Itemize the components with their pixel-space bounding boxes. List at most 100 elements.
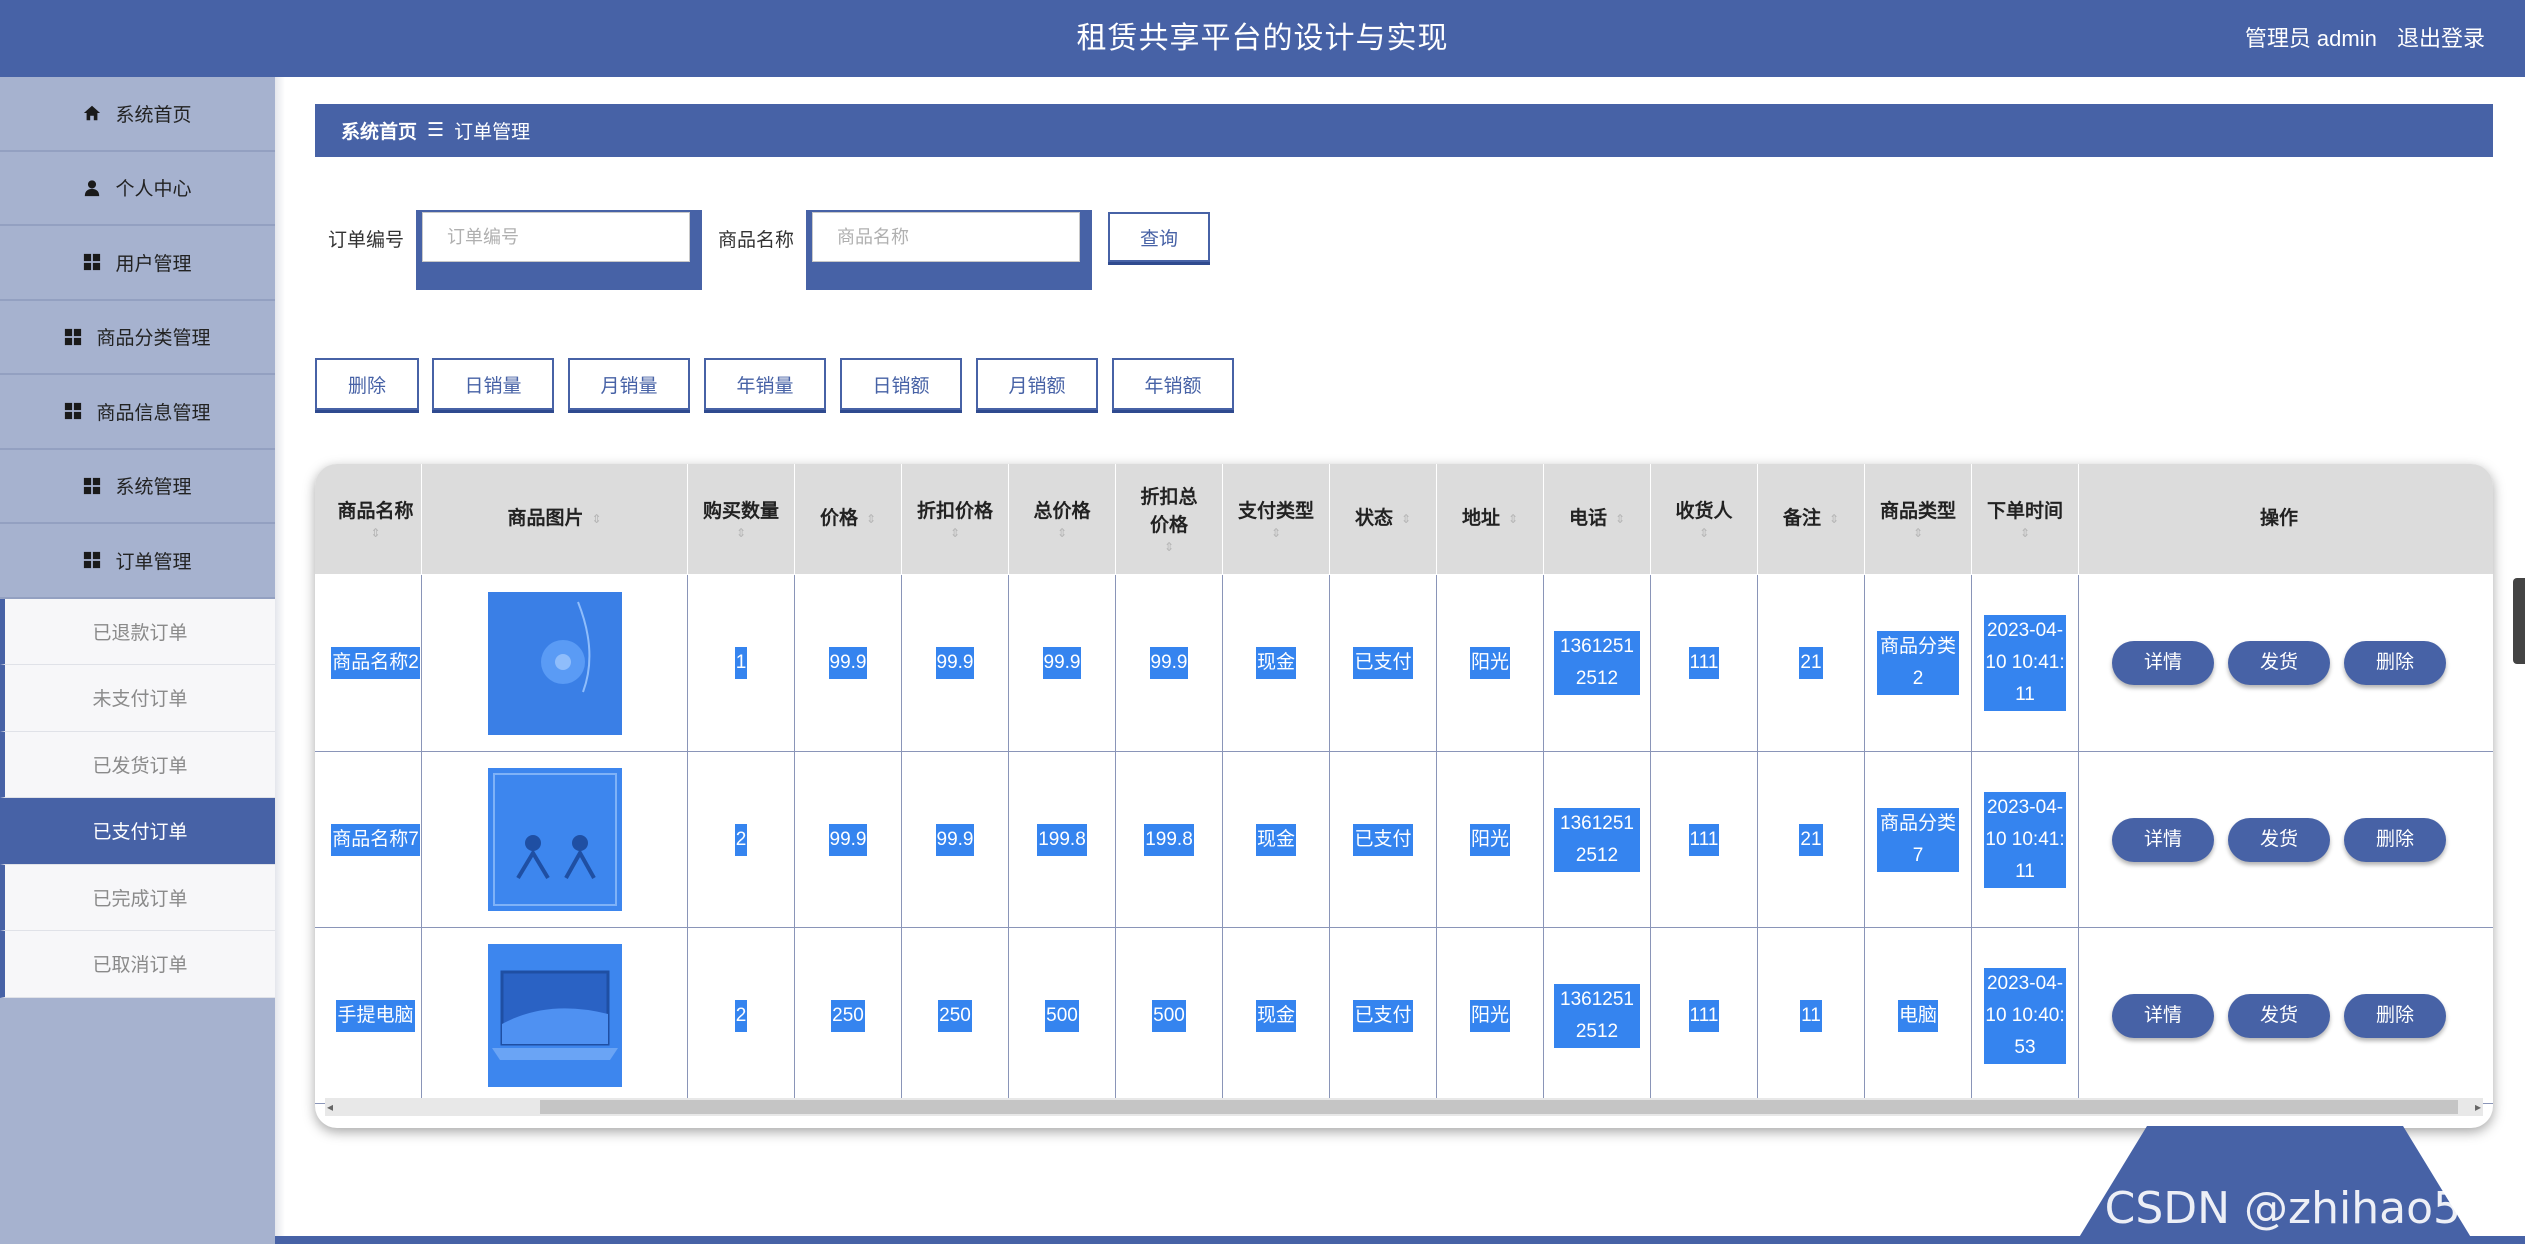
monthly-sales-amount-button[interactable]: 月销额 — [976, 358, 1098, 410]
scrollbar-thumb[interactable] — [540, 1100, 2458, 1114]
submenu-completed[interactable]: 已完成订单 — [0, 864, 275, 931]
col-header-phone[interactable]: 电话 ⇕ — [1544, 464, 1651, 574]
col-header-image[interactable]: 商品图片 ⇕ — [422, 464, 688, 574]
col-header-qty[interactable]: 购买数量 ⇕ — [688, 464, 795, 574]
sidebar-item-category[interactable]: 商品分类管理 — [0, 301, 275, 375]
col-header-order-time[interactable]: 下单时间 ⇕ — [1972, 464, 2079, 574]
sort-icon[interactable]: ⇕ — [1508, 512, 1518, 526]
goods-image[interactable] — [487, 768, 622, 911]
ship-button[interactable]: 发货 — [2228, 641, 2330, 685]
detail-button[interactable]: 详情 — [2112, 641, 2214, 685]
sidebar-item-label: 商品信息管理 — [96, 402, 211, 424]
side-scroll-handle[interactable] — [2513, 578, 2525, 664]
grid-icon — [84, 477, 101, 494]
sidebar-item-label: 系统首页 — [115, 104, 192, 126]
sort-icon[interactable]: ⇕ — [1271, 526, 1281, 540]
row-delete-button[interactable]: 删除 — [2344, 641, 2446, 685]
sort-icon[interactable]: ⇕ — [1699, 526, 1709, 540]
sort-icon[interactable]: ⇕ — [370, 526, 380, 540]
order-number-wrap — [416, 210, 702, 290]
sort-icon[interactable]: ⇕ — [736, 526, 746, 540]
yearly-sales-amount-button[interactable]: 年销额 — [1112, 358, 1234, 410]
sort-icon[interactable]: ⇕ — [950, 526, 960, 540]
cell-disc-price: 250 — [902, 928, 1009, 1103]
goods-name-input[interactable] — [812, 212, 1080, 262]
breadcrumb-home[interactable]: 系统首页 — [341, 117, 417, 144]
cell-text: 21 — [1799, 647, 1823, 679]
sidebar-item-orders[interactable]: 订单管理 — [0, 524, 275, 599]
sort-icon[interactable]: ⇕ — [866, 512, 876, 526]
ship-button[interactable]: 发货 — [2228, 817, 2330, 862]
logout-link[interactable]: 退出登录 — [2397, 26, 2485, 51]
cell-receiver: 111 — [1651, 575, 1758, 751]
daily-sales-amount-button[interactable]: 日销额 — [840, 358, 962, 410]
col-header-status[interactable]: 状态 ⇕ — [1330, 464, 1437, 574]
sort-icon[interactable]: ⇕ — [1829, 512, 1839, 526]
col-header-disc-total[interactable]: 折扣总价格 ⇕ — [1116, 464, 1223, 574]
sort-icon[interactable]: ⇕ — [1057, 526, 1067, 540]
delete-button[interactable]: 删除 — [315, 358, 419, 410]
sort-icon[interactable]: ⇕ — [1615, 512, 1625, 526]
sort-icon[interactable]: ⇕ — [1164, 540, 1174, 554]
sidebar-item-users[interactable]: 用户管理 — [0, 226, 275, 301]
goods-image[interactable] — [487, 944, 622, 1087]
detail-button[interactable]: 详情 — [2112, 993, 2214, 1038]
sidebar-item-home[interactable]: 系统首页 — [0, 77, 275, 152]
cell-note: 21 — [1758, 575, 1865, 751]
cell-text: 1 — [734, 647, 748, 679]
cell-pay-type: 现金 — [1223, 575, 1330, 751]
col-header-price[interactable]: 价格 ⇕ — [795, 464, 902, 574]
cell-price: 99.9 — [795, 575, 902, 751]
submenu-paid[interactable]: 已支付订单 — [0, 798, 275, 865]
order-number-input[interactable] — [422, 212, 690, 262]
goods-name-wrap — [806, 210, 1092, 290]
horizontal-scrollbar[interactable]: ◂ ▸ — [325, 1098, 2483, 1116]
submenu-unpaid[interactable]: 未支付订单 — [0, 665, 275, 732]
cell-text: 2 — [734, 823, 748, 856]
scroll-left-icon[interactable]: ◂ — [327, 1098, 333, 1116]
submenu-shipped[interactable]: 已发货订单 — [0, 731, 275, 798]
col-header-pay-type[interactable]: 支付类型 ⇕ — [1223, 464, 1330, 574]
col-header-note[interactable]: 备注 ⇕ — [1758, 464, 1865, 574]
cell-text: 13612512512 — [1554, 807, 1640, 872]
user-icon — [85, 180, 100, 196]
orders-submenu: 已退款订单 未支付订单 已发货订单 已支付订单 已完成订单 已取消订单 — [0, 598, 275, 998]
cell-phone: 13612512512 — [1544, 575, 1651, 751]
col-header-receiver[interactable]: 收货人 ⇕ — [1651, 464, 1758, 574]
submenu-cancelled[interactable]: 已取消订单 — [0, 931, 275, 998]
query-button[interactable]: 查询 — [1108, 212, 1210, 262]
sidebar-item-goods[interactable]: 商品信息管理 — [0, 375, 275, 450]
sidebar-item-profile[interactable]: 个人中心 — [0, 152, 275, 226]
col-header-address[interactable]: 地址 ⇕ — [1437, 464, 1544, 574]
cell-text: 199.8 — [1144, 823, 1194, 856]
col-header-disc-price[interactable]: 折扣价格 ⇕ — [902, 464, 1009, 574]
sort-icon[interactable]: ⇕ — [1401, 512, 1411, 526]
row-delete-button[interactable]: 删除 — [2344, 817, 2446, 862]
cell-text: 电脑 — [1897, 999, 1938, 1032]
monthly-sales-qty-button[interactable]: 月销量 — [568, 358, 690, 410]
cell-text: 阳光 — [1469, 647, 1510, 679]
submenu-refunded[interactable]: 已退款订单 — [0, 598, 275, 665]
row-delete-button[interactable]: 删除 — [2344, 993, 2446, 1038]
sort-icon[interactable]: ⇕ — [1913, 526, 1923, 540]
daily-sales-qty-button[interactable]: 日销量 — [432, 358, 554, 410]
orders-table: 商品名称 ⇕ 商品图片 ⇕ 购买数量 ⇕ 价格 ⇕ 折扣价格 ⇕ 总价格 ⇕ 折扣总… — [315, 464, 2493, 1128]
col-header-total[interactable]: 总价格 ⇕ — [1009, 464, 1116, 574]
sidebar-item-system[interactable]: 系统管理 — [0, 450, 275, 524]
col-header-name[interactable]: 商品名称 ⇕ — [330, 464, 422, 574]
book-cover-image-icon — [487, 768, 622, 911]
goods-image[interactable] — [487, 591, 622, 735]
flower-image-icon — [487, 591, 622, 735]
yearly-sales-qty-button[interactable]: 年销量 — [704, 358, 826, 410]
scroll-right-icon[interactable]: ▸ — [2475, 1098, 2481, 1116]
sort-icon[interactable]: ⇕ — [591, 512, 601, 526]
detail-button[interactable]: 详情 — [2112, 817, 2214, 862]
col-header-goods-type[interactable]: 商品类型 ⇕ — [1865, 464, 1972, 574]
grid-icon — [65, 328, 82, 345]
cell-phone: 13612512512 — [1544, 752, 1651, 927]
cell-text: 13612512512 — [1554, 983, 1640, 1048]
cell-text: 99.9 — [828, 823, 868, 856]
grid-icon — [84, 254, 101, 271]
sort-icon[interactable]: ⇕ — [2020, 526, 2030, 540]
ship-button[interactable]: 发货 — [2228, 993, 2330, 1038]
